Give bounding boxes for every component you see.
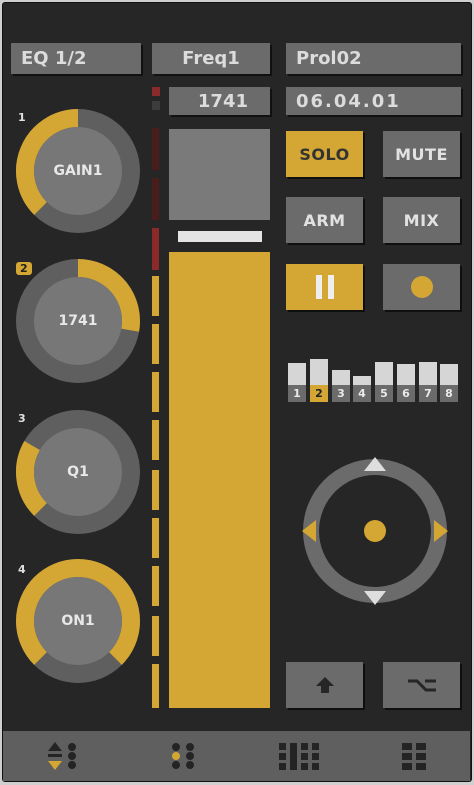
knob-freq1[interactable]: 1741 — [14, 257, 142, 385]
bank-2[interactable]: 2 — [310, 385, 328, 402]
shift-button[interactable] — [286, 662, 363, 708]
pause-icon — [315, 275, 334, 299]
knob-gain1[interactable]: GAIN1 — [14, 107, 142, 235]
param-label[interactable]: Freq1 — [152, 43, 270, 74]
bank-7[interactable]: 7 — [419, 385, 437, 402]
solo-button[interactable]: SOLO — [286, 131, 363, 177]
bank-bar-5 — [375, 362, 393, 385]
meter-seg-11 — [152, 616, 159, 656]
knob-3-graphic — [16, 410, 140, 534]
option-key-icon — [407, 679, 436, 692]
meter-seg-8 — [152, 470, 159, 510]
page-label[interactable]: EQ 1/2 — [11, 43, 141, 74]
play-pause-button[interactable] — [286, 264, 363, 310]
knob-on1[interactable]: ON1 — [14, 557, 142, 685]
knob-q1[interactable]: Q1 — [14, 408, 142, 536]
mix-button[interactable]: MIX — [383, 197, 460, 243]
mute-button[interactable]: MUTE — [383, 131, 460, 177]
fader-level-fill — [169, 252, 270, 708]
bank-6[interactable]: 6 — [397, 385, 415, 402]
meter-top-indicator — [152, 87, 160, 96]
bank-bar-4 — [353, 376, 371, 385]
fader-track[interactable] — [169, 252, 270, 708]
tab-mixer[interactable] — [275, 737, 321, 775]
bank-3[interactable]: 3 — [332, 385, 350, 402]
bottom-tab-bar — [3, 731, 470, 781]
mixer-grid-icon — [279, 743, 319, 770]
pads-grid-icon — [402, 743, 426, 770]
meter-top-indicator-2 — [152, 101, 160, 110]
app-root: EQ 1/2 Freq1 Prol02 1741 06.04.01 1 GAIN… — [0, 0, 474, 785]
dpad-icon[interactable] — [300, 455, 450, 607]
preset-label[interactable]: Prol02 — [286, 43, 461, 74]
fader-handle[interactable] — [178, 231, 262, 242]
meter-seg-6 — [152, 372, 159, 412]
bank-bar-3 — [332, 370, 350, 385]
tab-pads[interactable] — [397, 737, 433, 775]
meter-seg-1 — [152, 128, 159, 170]
meter-seg-5 — [152, 324, 159, 364]
meter-seg-12 — [152, 664, 159, 708]
meter-seg-10 — [152, 566, 159, 606]
bank-bar-8 — [440, 364, 458, 385]
dpad-center-icon[interactable] — [364, 520, 386, 542]
meter-seg-3 — [152, 228, 159, 270]
bank-8[interactable]: 8 — [440, 385, 458, 402]
shift-arrow-up-icon — [315, 677, 334, 693]
bank-arrows-icon — [48, 742, 76, 770]
meter-seg-2 — [152, 178, 159, 220]
bank-bar-7 — [419, 362, 437, 385]
date-readout: 06.04.01 — [286, 87, 461, 115]
knob-1-graphic — [16, 109, 140, 233]
tab-banks[interactable] — [43, 737, 83, 775]
bank-bar-1 — [288, 363, 306, 385]
meter-seg-4 — [152, 276, 159, 316]
bank-1[interactable]: 1 — [288, 385, 306, 402]
record-button[interactable] — [383, 264, 460, 310]
value-readout: 1741 — [169, 87, 270, 115]
fader-cap-display — [169, 129, 270, 220]
bank-bar-6 — [397, 364, 415, 385]
alt-button[interactable] — [383, 662, 460, 708]
grid-2x3-icon — [172, 743, 194, 769]
bank-bar-2 — [310, 359, 328, 385]
bank-5[interactable]: 5 — [375, 385, 393, 402]
meter-seg-9 — [152, 518, 159, 558]
arm-button[interactable]: ARM — [286, 197, 363, 243]
bank-4[interactable]: 4 — [353, 385, 371, 402]
knob-4-graphic — [16, 559, 140, 683]
tab-device[interactable] — [167, 737, 201, 775]
knob-2-graphic — [16, 259, 140, 383]
meter-seg-7 — [152, 420, 159, 460]
record-icon — [410, 276, 433, 298]
